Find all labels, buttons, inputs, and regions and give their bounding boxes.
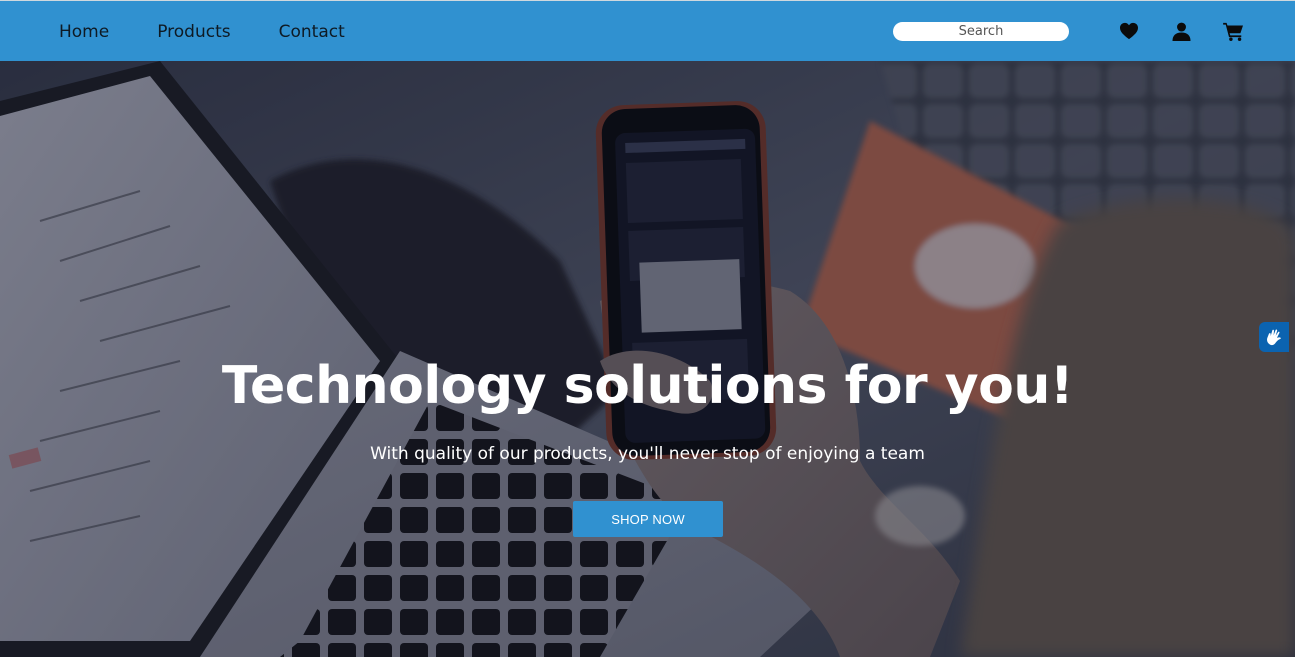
hero-subtitle: With quality of our products, you'll nev… xyxy=(370,444,925,464)
search-input[interactable] xyxy=(893,22,1069,41)
user-icon[interactable] xyxy=(1170,21,1192,41)
top-navbar: Home Products Contact xyxy=(0,0,1295,61)
cart-icon[interactable] xyxy=(1222,21,1244,41)
nav-links: Home Products Contact xyxy=(59,1,345,62)
accessibility-widget-button[interactable] xyxy=(1259,322,1289,352)
shop-now-button[interactable]: SHOP NOW xyxy=(573,501,723,537)
heart-icon[interactable] xyxy=(1118,21,1140,41)
nav-link-home[interactable]: Home xyxy=(59,22,109,42)
nav-link-contact[interactable]: Contact xyxy=(279,22,345,42)
hero-title: Technology solutions for you! xyxy=(221,356,1074,416)
hero-banner: Technology solutions for you! With quali… xyxy=(0,61,1295,657)
hand-sign-icon xyxy=(1267,329,1281,346)
nav-link-products[interactable]: Products xyxy=(157,22,230,42)
